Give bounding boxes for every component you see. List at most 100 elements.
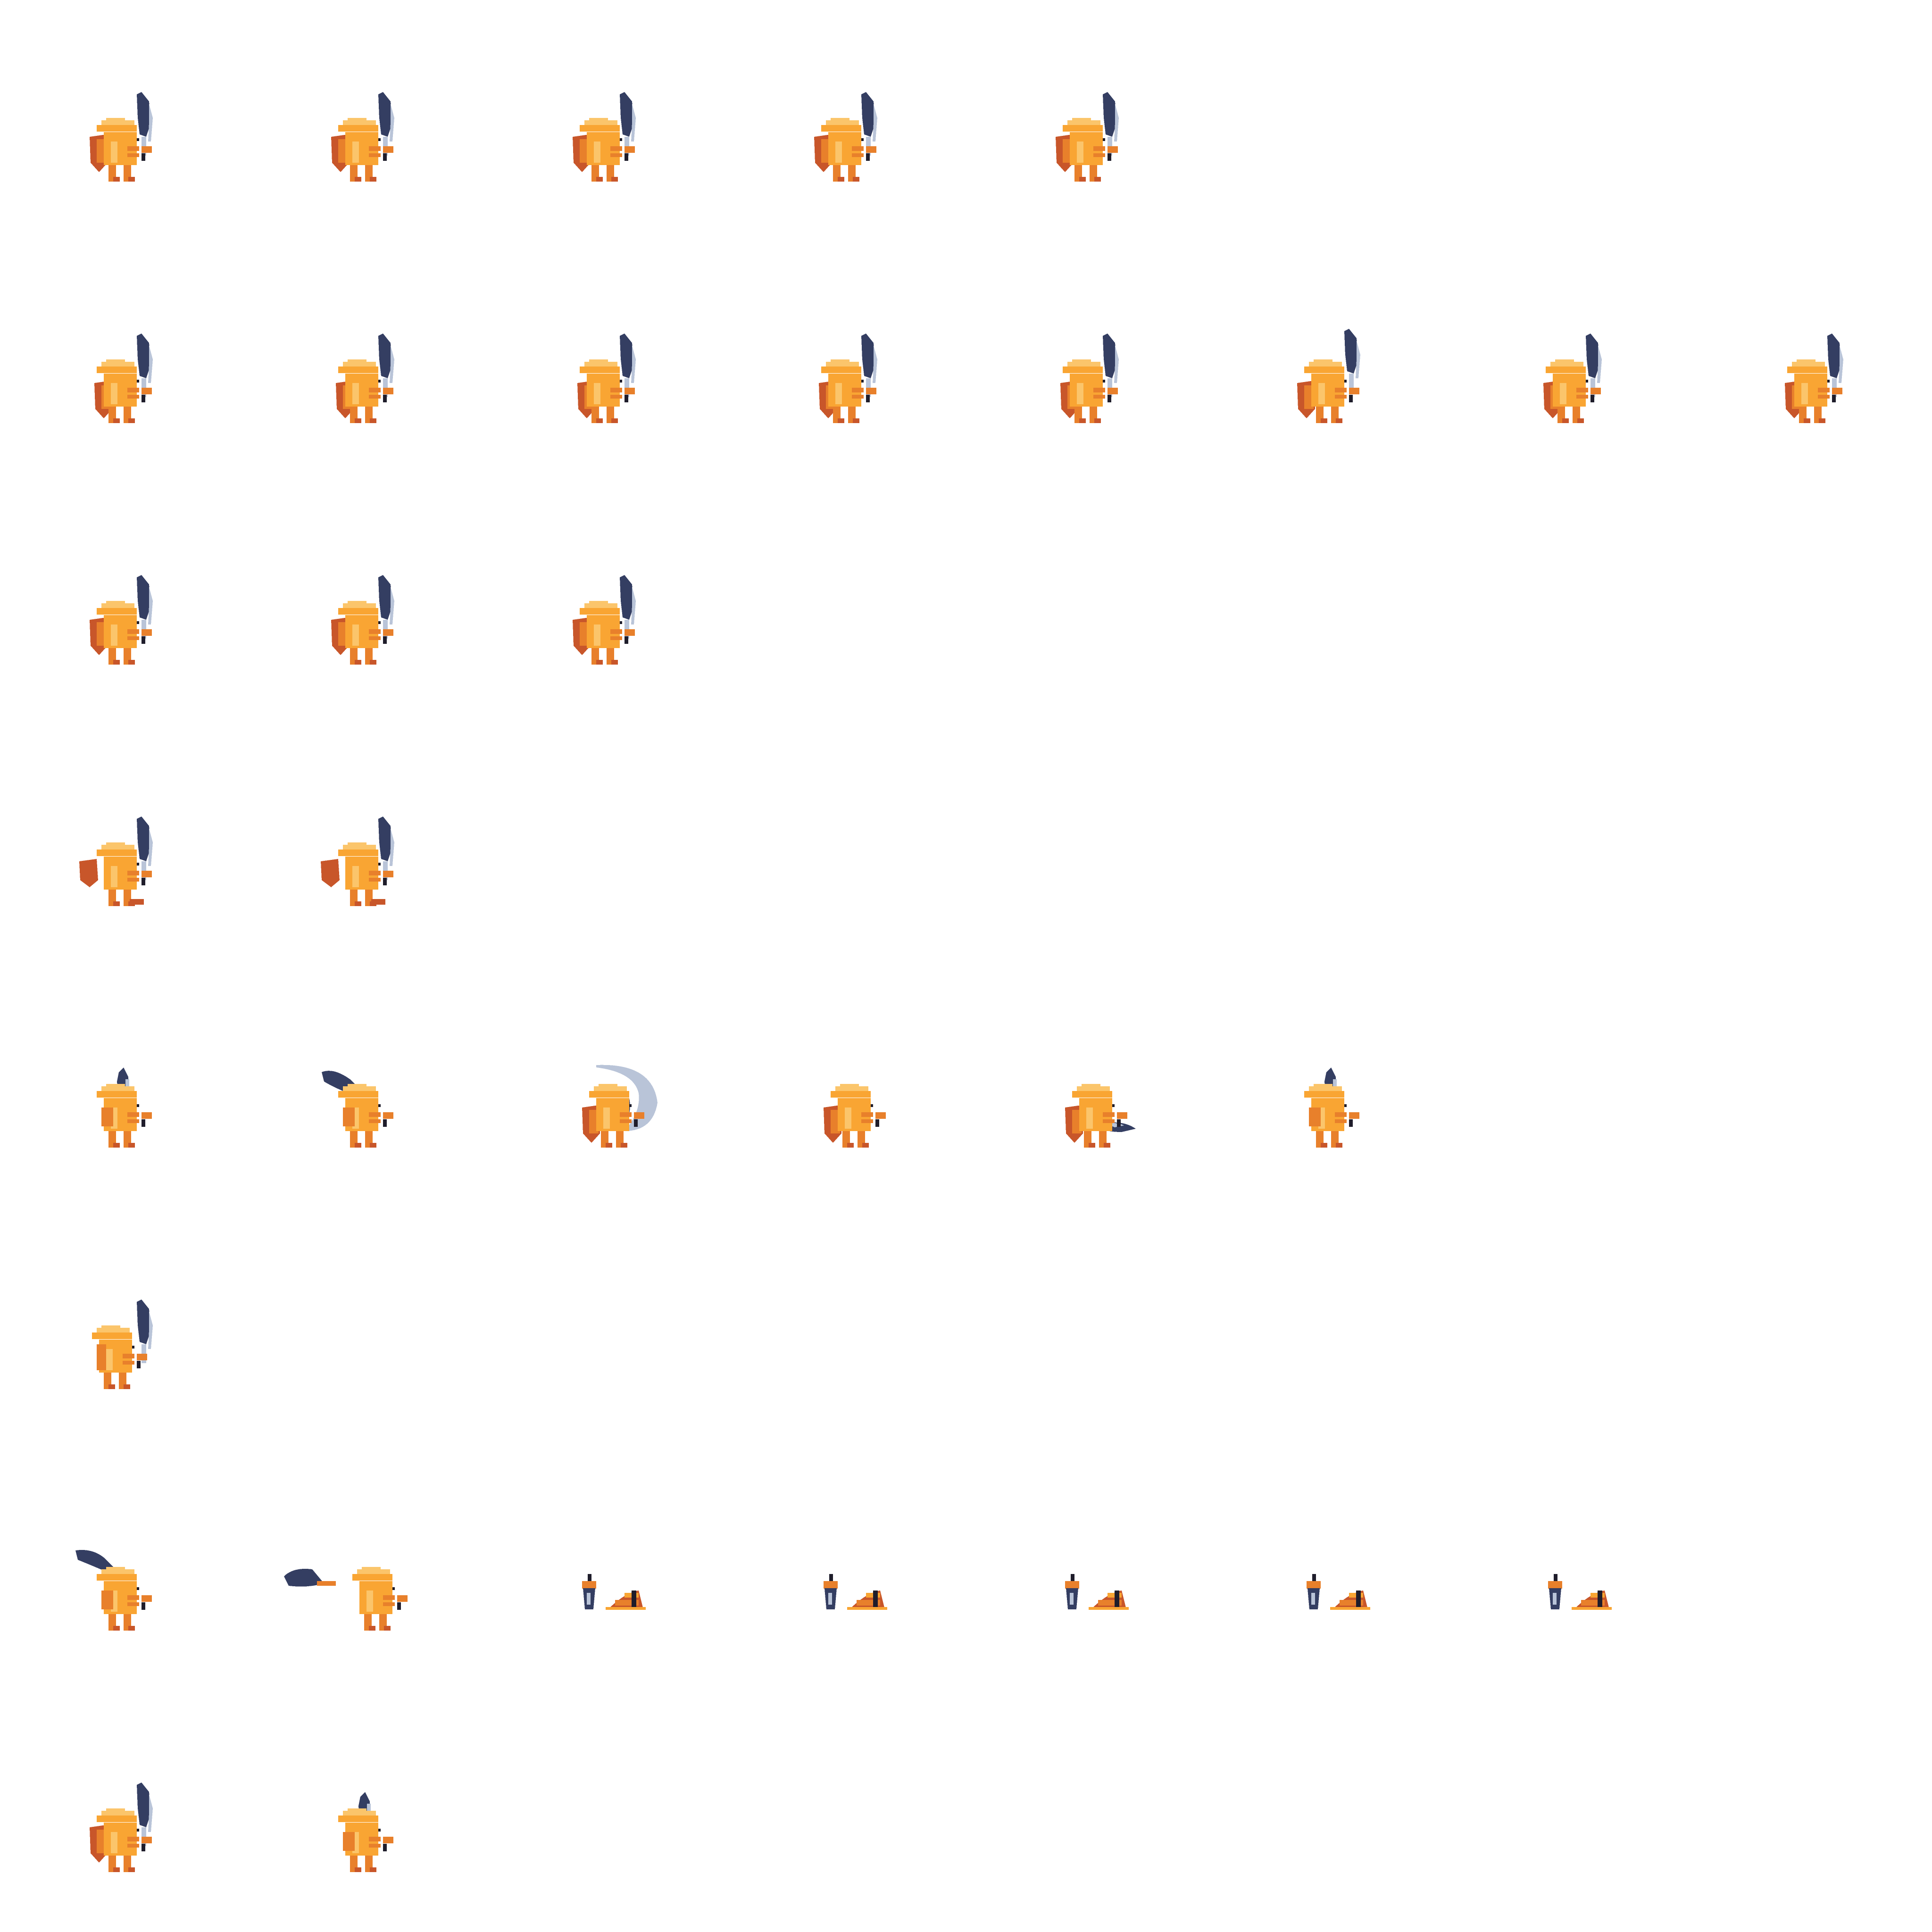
sprite-sheet bbox=[0, 0, 1932, 1932]
knight-dead bbox=[824, 1574, 887, 1610]
knight-walk bbox=[94, 333, 153, 423]
sprite-frame-death-7 bbox=[1449, 1449, 1690, 1690]
knight-idle bbox=[573, 575, 636, 665]
knight-idle bbox=[90, 92, 153, 182]
sprite-frame-death-5 bbox=[966, 1449, 1208, 1690]
knight-walk-sprite bbox=[1060, 333, 1119, 423]
knight-walk-sprite bbox=[1785, 333, 1843, 423]
knight-dead-sprite bbox=[582, 1574, 646, 1610]
sprite-frame-idle-4 bbox=[724, 0, 966, 242]
knight-idle bbox=[90, 575, 153, 665]
sprite-frame-attack-4 bbox=[724, 966, 966, 1208]
knight-walk-sprite bbox=[819, 333, 877, 423]
sprite-frame-idle-3 bbox=[483, 0, 724, 242]
sprite-frame-crouch-2 bbox=[242, 483, 483, 724]
knight-slash-low-sprite bbox=[1065, 1084, 1136, 1148]
knight-run bbox=[79, 816, 153, 906]
sprite-frame-crouch-1 bbox=[0, 483, 242, 724]
sprite-frame-walk-4 bbox=[724, 242, 966, 483]
knight-slash-low bbox=[1065, 1084, 1136, 1148]
knight-run-sprite bbox=[79, 816, 153, 906]
knight-idle-sprite bbox=[1056, 92, 1119, 182]
sprite-frame-walk-6 bbox=[1208, 242, 1449, 483]
knight-walk-sprite bbox=[94, 333, 153, 423]
sprite-frame-idle-1 bbox=[0, 0, 242, 242]
sprite-frame-attack-6 bbox=[1208, 966, 1449, 1208]
sprite-frame-idle-5 bbox=[966, 0, 1208, 242]
knight-dead-sprite bbox=[1065, 1574, 1129, 1610]
sprite-frame-extra-1 bbox=[0, 1690, 242, 1932]
sprite-frame-crouch-3 bbox=[483, 483, 724, 724]
knight-dead-sprite bbox=[1548, 1574, 1612, 1610]
knight-idle-sprite bbox=[90, 92, 153, 182]
sprite-frame-hurt-1 bbox=[0, 1208, 242, 1449]
knight-front-sprite bbox=[97, 1067, 152, 1148]
knight-swing-back-sprite bbox=[322, 1071, 393, 1148]
knight-slash-big-sprite bbox=[582, 1065, 658, 1148]
sprite-frame-attack-3 bbox=[483, 966, 724, 1208]
knight-walk bbox=[819, 333, 877, 423]
knight-walk-raise bbox=[1297, 329, 1360, 423]
sprite-frame-run-2 bbox=[242, 724, 483, 966]
knight-slash-small bbox=[824, 1084, 886, 1148]
knight-idle-sprite bbox=[331, 575, 394, 665]
knight-run bbox=[321, 816, 394, 906]
knight-slash-small-sprite bbox=[824, 1084, 886, 1148]
sprite-frame-death-3 bbox=[483, 1449, 724, 1690]
knight-dead-sprite bbox=[824, 1574, 887, 1610]
knight-swing-back bbox=[322, 1071, 393, 1148]
knight-idle-sprite bbox=[573, 575, 636, 665]
knight-idle-sprite bbox=[90, 1782, 153, 1872]
knight-walk bbox=[1060, 333, 1119, 423]
knight-walk bbox=[1785, 333, 1843, 423]
knight-walk-sprite bbox=[577, 333, 636, 423]
sprite-frame-death-1 bbox=[0, 1449, 242, 1690]
knight-dead bbox=[582, 1574, 646, 1610]
knight-walk-sprite bbox=[1543, 333, 1602, 423]
sprite-frame-attack-5 bbox=[966, 966, 1208, 1208]
sprite-frame-death-6 bbox=[1208, 1449, 1449, 1690]
sprite-frame-attack-1 bbox=[0, 966, 242, 1208]
knight-hurt-sprite bbox=[92, 1299, 153, 1389]
knight-front bbox=[97, 1067, 152, 1148]
knight-front bbox=[1304, 1067, 1359, 1148]
sprite-frame-extra-2 bbox=[242, 1690, 483, 1932]
knight-dead bbox=[1307, 1574, 1370, 1610]
knight-idle-sprite bbox=[90, 575, 153, 665]
knight-front-sprite bbox=[338, 1792, 393, 1872]
knight-die-throw-sprite bbox=[284, 1567, 408, 1631]
knight-walk bbox=[336, 333, 394, 423]
sprite-frame-attack-2 bbox=[242, 966, 483, 1208]
knight-front-sprite bbox=[1304, 1067, 1359, 1148]
knight-die-back bbox=[75, 1550, 152, 1631]
sprite-frame-death-4 bbox=[724, 1449, 966, 1690]
knight-walk-sprite bbox=[336, 333, 394, 423]
knight-hurt bbox=[92, 1299, 153, 1389]
sprite-frame-walk-3 bbox=[483, 242, 724, 483]
knight-dead bbox=[1065, 1574, 1129, 1610]
knight-walk bbox=[577, 333, 636, 423]
knight-idle bbox=[1056, 92, 1119, 182]
sprite-frame-walk-8 bbox=[1690, 242, 1932, 483]
sprite-frame-walk-7 bbox=[1449, 242, 1690, 483]
knight-slash-big bbox=[582, 1065, 658, 1148]
knight-idle-sprite bbox=[573, 92, 636, 182]
sprite-frame-walk-1 bbox=[0, 242, 242, 483]
knight-front bbox=[338, 1792, 393, 1872]
knight-die-throw bbox=[284, 1567, 408, 1631]
sprite-frame-run-1 bbox=[0, 724, 242, 966]
sprite-frame-idle-2 bbox=[242, 0, 483, 242]
knight-dead bbox=[1548, 1574, 1612, 1610]
knight-dead-sprite bbox=[1307, 1574, 1370, 1610]
knight-walk bbox=[1543, 333, 1602, 423]
sprite-frame-death-2 bbox=[242, 1449, 483, 1690]
knight-idle-sprite bbox=[814, 92, 877, 182]
knight-walk-raise-sprite bbox=[1297, 329, 1360, 423]
knight-idle bbox=[573, 92, 636, 182]
knight-idle bbox=[331, 575, 394, 665]
sprite-frame-walk-5 bbox=[966, 242, 1208, 483]
knight-idle bbox=[90, 1782, 153, 1872]
sprite-frame-walk-2 bbox=[242, 242, 483, 483]
knight-run-sprite bbox=[321, 816, 394, 906]
knight-idle bbox=[331, 92, 394, 182]
